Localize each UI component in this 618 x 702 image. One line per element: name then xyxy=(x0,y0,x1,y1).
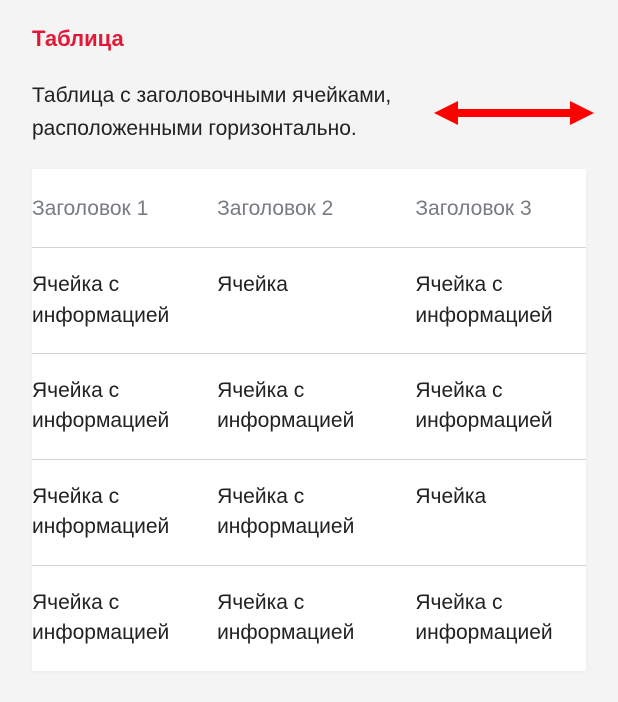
table-row: Ячейка с информацией Ячейка с информацие… xyxy=(32,565,586,670)
table-cell: Ячейка с информацией xyxy=(405,565,586,670)
table-cell: Ячейка с информацией xyxy=(207,565,405,670)
table-cell: Ячейка с информацией xyxy=(207,353,405,459)
table-cell: Ячейка с информацией xyxy=(405,353,586,459)
table-cell: Ячейка с информацией xyxy=(405,248,586,354)
description-row: Таблица с заголовочными ячейками, распол… xyxy=(32,80,586,145)
table-header-cell: Заголовок 3 xyxy=(405,169,586,248)
table-cell: Ячейка с информацией xyxy=(32,353,207,459)
table-header-cell: Заголовок 2 xyxy=(207,169,405,248)
table-row: Ячейка с информацией Ячейка Ячейка с инф… xyxy=(32,248,586,354)
table-cell: Ячейка xyxy=(207,248,405,354)
table-cell: Ячейка с информацией xyxy=(32,248,207,354)
table-scroll-container[interactable]: Заголовок 1 Заголовок 2 Заголовок 3 Заго… xyxy=(32,169,586,671)
table-header-cell: Заголовок 1 xyxy=(32,169,207,248)
data-table: Заголовок 1 Заголовок 2 Заголовок 3 Заго… xyxy=(32,169,586,671)
table-row: Ячейка с информацией Ячейка с информацие… xyxy=(32,353,586,459)
table-cell: Ячейка с информацией xyxy=(207,459,405,565)
table-row: Ячейка с информацией Ячейка с информацие… xyxy=(32,459,586,565)
table-cell: Ячейка xyxy=(405,459,586,565)
double-headed-arrow-icon xyxy=(434,98,594,128)
table-header-row: Заголовок 1 Заголовок 2 Заголовок 3 Заго… xyxy=(32,169,586,248)
section-title: Таблица xyxy=(32,26,586,52)
table-card: Заголовок 1 Заголовок 2 Заголовок 3 Заго… xyxy=(32,169,586,671)
table-cell: Ячейка с информацией xyxy=(32,459,207,565)
section-description: Таблица с заголовочными ячейками, распол… xyxy=(32,80,420,145)
table-cell: Ячейка с информацией xyxy=(32,565,207,670)
